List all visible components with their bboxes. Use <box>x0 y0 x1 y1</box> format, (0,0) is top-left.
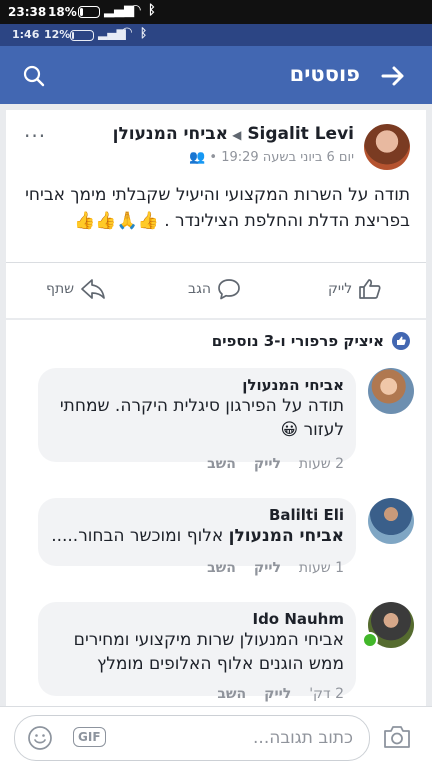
system-status-bar: 23:38 18% ▂▄▆ ◠ ᛒ <box>0 0 432 24</box>
share-icon <box>81 279 105 299</box>
comment-actions: 2 דק' לייק השב <box>199 686 344 702</box>
comment-text: תודה על הפירגון סיגלית היקרה. שמחתי לעזו… <box>59 396 344 440</box>
wifi-icon: ◠ <box>122 25 132 40</box>
camera-icon[interactable] <box>382 724 412 750</box>
arrow-icon: ◀ <box>227 128 242 142</box>
status-time: 23:38 <box>8 5 47 19</box>
app-bar: פוסטים <box>0 46 432 104</box>
comment-text-body: אלוף ומוכשר הבחור..... <box>51 526 224 546</box>
like-label: לייק <box>328 281 353 297</box>
post-body: תודה על השרות המקצועי והיעיל שקבלתי מימך… <box>25 185 410 231</box>
friends-audience-icon: 👥 <box>189 150 206 165</box>
like-button[interactable]: לייק <box>328 278 382 300</box>
comment-time: 2 שעות <box>298 456 344 472</box>
status-time: 1:46 <box>12 28 40 41</box>
online-status-dot <box>362 632 378 648</box>
back-arrow-icon[interactable] <box>380 63 406 89</box>
comment-reply-link[interactable]: השב <box>207 456 236 472</box>
bluetooth-icon: ᛒ <box>148 3 156 18</box>
comment-author[interactable]: אביחי המנעולן <box>50 376 344 394</box>
share-label: שתף <box>46 281 75 297</box>
comment-placeholder: כתוב תגובה... <box>253 728 353 748</box>
post-timestamp[interactable]: יום 6 ביוני בשעה 19:29 • <box>209 150 354 165</box>
comments-section: איציק פרפורי ו-3 נוספים אביחי המנעולן תו… <box>6 320 426 706</box>
battery-icon <box>70 30 94 41</box>
comment-actions: 2 שעות לייק השב <box>189 456 344 472</box>
comment-like-link[interactable]: לייק <box>254 456 281 472</box>
comment-time: 1 שעות <box>298 560 344 576</box>
comment-reply-link[interactable]: השב <box>217 686 246 702</box>
comment-bubble: Ido Nauhm אביחי המנעולן שרות מיקצועי ומח… <box>38 602 356 696</box>
comment-actions: 1 שעות לייק השב <box>189 560 344 576</box>
comment-compose-bar: GIF כתוב תגובה... <box>0 706 432 769</box>
comment-author[interactable]: Ido Nauhm <box>50 610 344 628</box>
comment-like-link[interactable]: לייק <box>264 686 291 702</box>
status-battery-percent: 18% <box>48 5 77 19</box>
page-title: פוסטים <box>289 62 360 86</box>
reactions-text: איציק פרפורי ו-3 נוספים <box>211 332 384 350</box>
post-card: Sigalit Levi ◀ אביחי המנעולן יום 6 ביוני… <box>6 110 426 318</box>
comment-reply-link[interactable]: השב <box>207 560 236 576</box>
comment-time: 2 דק' <box>309 686 344 702</box>
comment-icon <box>218 279 240 300</box>
comment-mention[interactable]: אביחי המנעולן <box>229 526 344 546</box>
comment-bubble: אביחי המנעולן תודה על הפירגון סיגלית היק… <box>38 368 356 462</box>
like-reaction-icon <box>392 332 410 350</box>
gif-button[interactable]: GIF <box>73 727 106 747</box>
comment-button[interactable]: הגב <box>188 278 241 300</box>
comment-bubble: Balilti Eli אביחי המנעולן אלוף ומוכשר הב… <box>38 498 356 566</box>
post-menu-icon[interactable]: ··· <box>24 124 46 148</box>
post-target[interactable]: אביחי המנעולן <box>113 124 228 144</box>
comment-text: אביחי המנעולן שרות מיקצועי ומחירים ממש ה… <box>73 630 344 674</box>
bluetooth-icon: ᛒ <box>140 26 148 40</box>
divider <box>6 262 426 263</box>
wifi-icon: ◠ <box>130 2 141 18</box>
commenter-avatar[interactable] <box>368 498 414 544</box>
search-icon[interactable] <box>22 64 46 88</box>
reactions-summary[interactable]: איציק פרפורי ו-3 נוספים <box>212 332 410 350</box>
status-battery-percent: 12% <box>44 28 71 41</box>
comment-author[interactable]: Balilti Eli <box>50 506 344 524</box>
post-author[interactable]: Sigalit Levi <box>247 124 354 144</box>
share-button[interactable]: שתף <box>46 278 106 300</box>
screenshot-status-bar: 1:46 12% ▂▄▆ ◠ ᛒ <box>0 24 432 46</box>
battery-icon <box>78 6 100 18</box>
comment-input[interactable]: GIF כתוב תגובה... <box>14 715 370 761</box>
thumbs-up-icon <box>359 279 381 299</box>
author-avatar[interactable] <box>364 124 410 170</box>
post-header: Sigalit Levi ◀ אביחי המנעולן <box>113 124 354 144</box>
comment-like-link[interactable]: לייק <box>254 560 281 576</box>
post-meta: יום 6 ביוני בשעה 19:29 • 👥 <box>189 150 354 165</box>
comment-text: אביחי המנעולן אלוף ומוכשר הבחור..... <box>50 524 344 548</box>
comment-label: הגב <box>188 281 212 297</box>
commenter-avatar[interactable] <box>368 368 414 414</box>
emoji-icon[interactable] <box>27 725 53 751</box>
